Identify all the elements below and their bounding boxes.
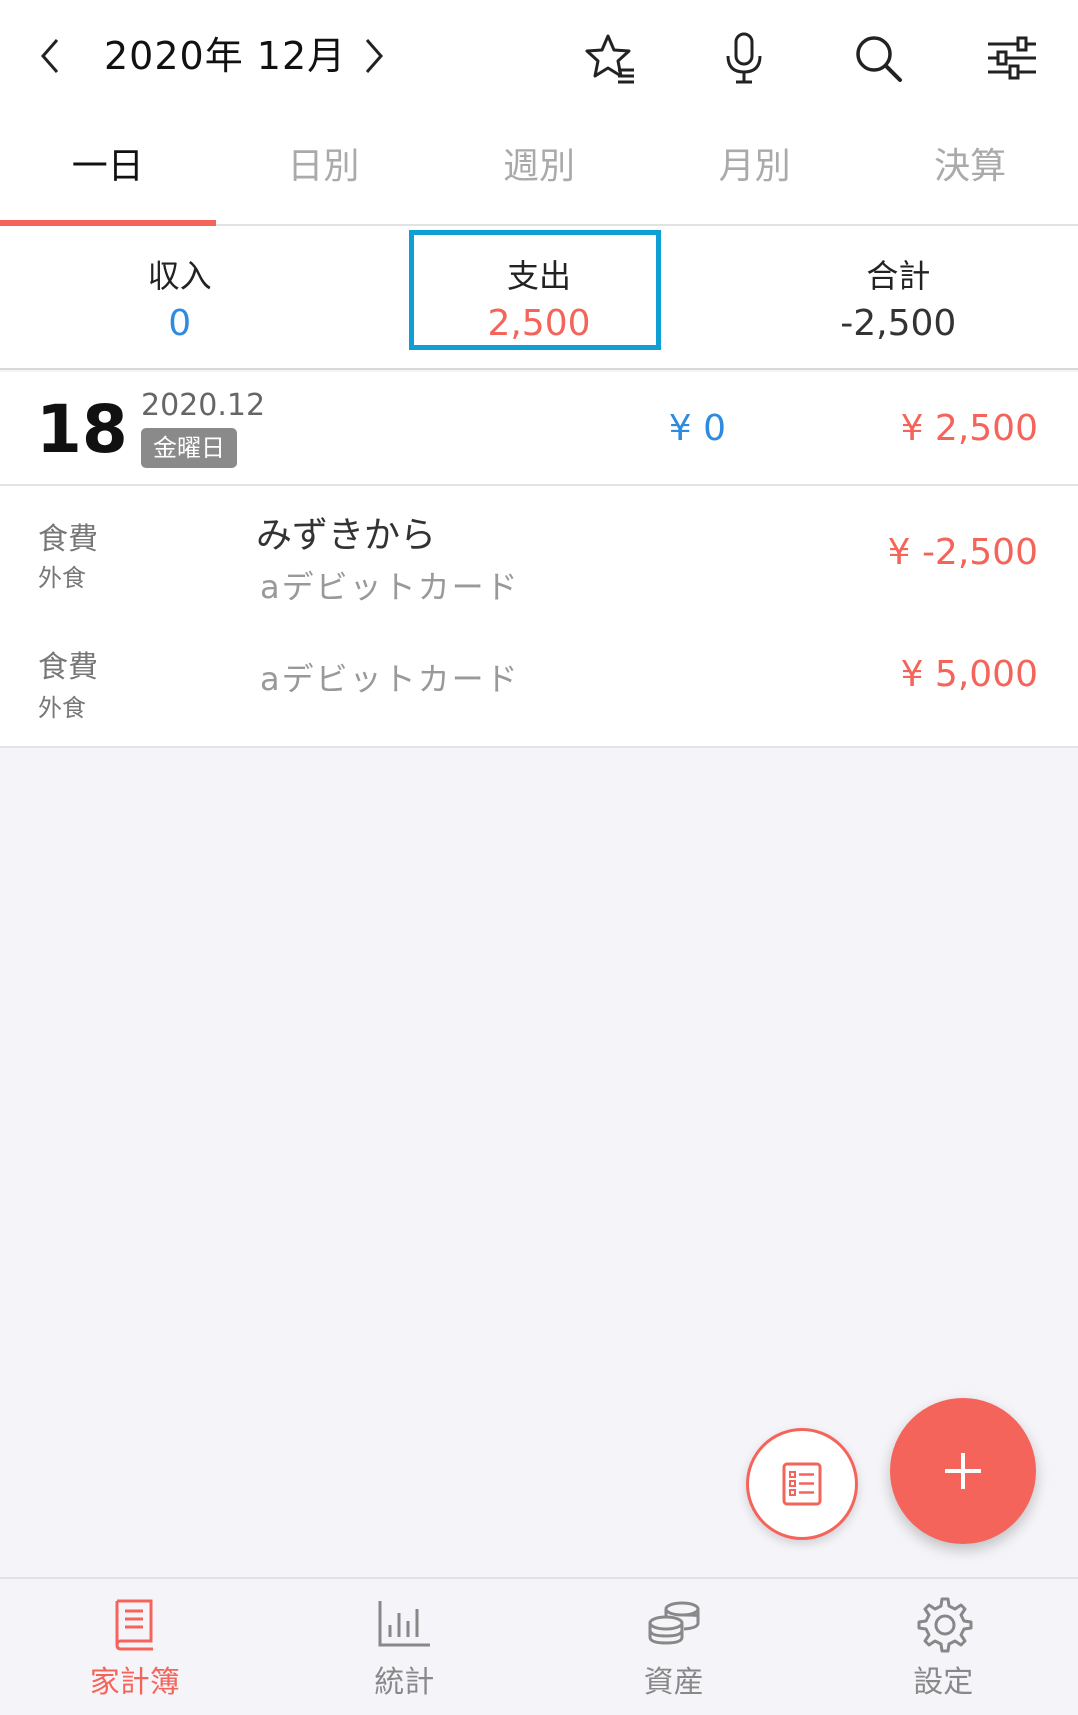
bottom-navigation: 家計簿 統計 資産 設定	[0, 1577, 1078, 1715]
view-tabs: 一日 日別 週別 月別 決算	[0, 112, 1078, 226]
month-title[interactable]: 2020年 12月	[104, 28, 346, 84]
tab-monthly[interactable]: 月別	[647, 112, 863, 224]
chevron-left-icon	[41, 39, 59, 73]
chevron-right-icon	[365, 39, 383, 73]
tab-settlement[interactable]: 決算	[862, 112, 1078, 224]
nav-settings[interactable]: 設定	[809, 1579, 1078, 1715]
app-root: 2020年 12月 一日 日別 週別 月別 決算 収入 0 支出 2,500 合…	[0, 0, 1078, 1715]
entry-amount: ¥ -2,500	[887, 532, 1038, 573]
entry-account: aデビットカード	[260, 660, 520, 698]
nav-statistics[interactable]: 統計	[270, 1579, 540, 1715]
star-list-icon	[585, 34, 634, 84]
transaction-row[interactable]: 食費 外食 みずきから aデビットカード ¥ -2,500	[0, 486, 1078, 612]
summary-total[interactable]: 合計 -2,500	[719, 226, 1078, 368]
bookmark-button[interactable]	[578, 26, 642, 90]
filter-sliders-icon	[988, 36, 1036, 80]
nav-label: 統計	[374, 1665, 435, 1700]
day-income: ¥ 0	[668, 408, 726, 449]
expense-label: 支出	[506, 256, 571, 295]
add-transaction-button[interactable]	[890, 1398, 1036, 1544]
weekday-badge: 金曜日	[141, 428, 237, 468]
day-expense: ¥ 2,500	[900, 408, 1038, 449]
expense-value: 2,500	[487, 302, 591, 344]
entry-category: 食費	[38, 650, 98, 685]
summary-expense[interactable]: 支出 2,500	[359, 226, 718, 368]
entry-category: 食費	[38, 522, 98, 557]
prev-month-button[interactable]	[20, 26, 80, 86]
transaction-row[interactable]: 食費 外食 aデビットカード ¥ 5,000	[0, 612, 1078, 746]
entry-amount: ¥ 5,000	[900, 654, 1038, 695]
total-value: -2,500	[840, 302, 957, 344]
list-view-button[interactable]	[746, 1428, 858, 1540]
top-header: 2020年 12月	[0, 0, 1078, 112]
summary-bar: 収入 0 支出 2,500 合計 -2,500	[0, 226, 1078, 370]
coins-icon	[648, 1601, 700, 1645]
gear-icon	[917, 1597, 973, 1653]
tab-by-day[interactable]: 日別	[216, 112, 432, 224]
search-icon	[856, 36, 902, 82]
book-icon	[115, 1599, 153, 1651]
day-group-header[interactable]: 18 2020.12 金曜日 ¥ 0 ¥ 2,500	[0, 372, 1078, 486]
plus-icon	[945, 1453, 981, 1489]
entry-subcategory: 外食	[38, 564, 86, 592]
income-value: 0	[168, 302, 192, 344]
day-year-month: 2020.12	[141, 388, 266, 423]
voice-input-button[interactable]	[712, 26, 776, 90]
entry-subcategory: 外食	[38, 694, 86, 722]
day-number: 18	[36, 391, 128, 468]
nav-label: 家計簿	[89, 1665, 180, 1700]
income-label: 収入	[147, 256, 212, 295]
total-label: 合計	[866, 256, 931, 295]
transaction-list: 食費 外食 みずきから aデビットカード ¥ -2,500 食費 外食 aデビッ…	[0, 486, 1078, 748]
bar-chart-icon	[378, 1601, 431, 1647]
nav-household-book[interactable]: 家計簿	[0, 1579, 270, 1715]
nav-label: 設定	[913, 1665, 974, 1700]
list-document-icon	[782, 1462, 822, 1506]
filter-button[interactable]	[980, 26, 1044, 90]
microphone-icon	[726, 32, 762, 84]
entry-title: みずきから	[256, 515, 437, 556]
search-button[interactable]	[846, 26, 910, 90]
nav-assets[interactable]: 資産	[539, 1579, 809, 1715]
summary-income[interactable]: 収入 0	[0, 226, 359, 368]
nav-label: 資産	[643, 1665, 704, 1700]
tab-weekly[interactable]: 週別	[431, 112, 647, 224]
next-month-button[interactable]	[344, 26, 404, 86]
tab-daily[interactable]: 一日	[0, 112, 216, 226]
entry-account: aデビットカード	[260, 568, 520, 606]
